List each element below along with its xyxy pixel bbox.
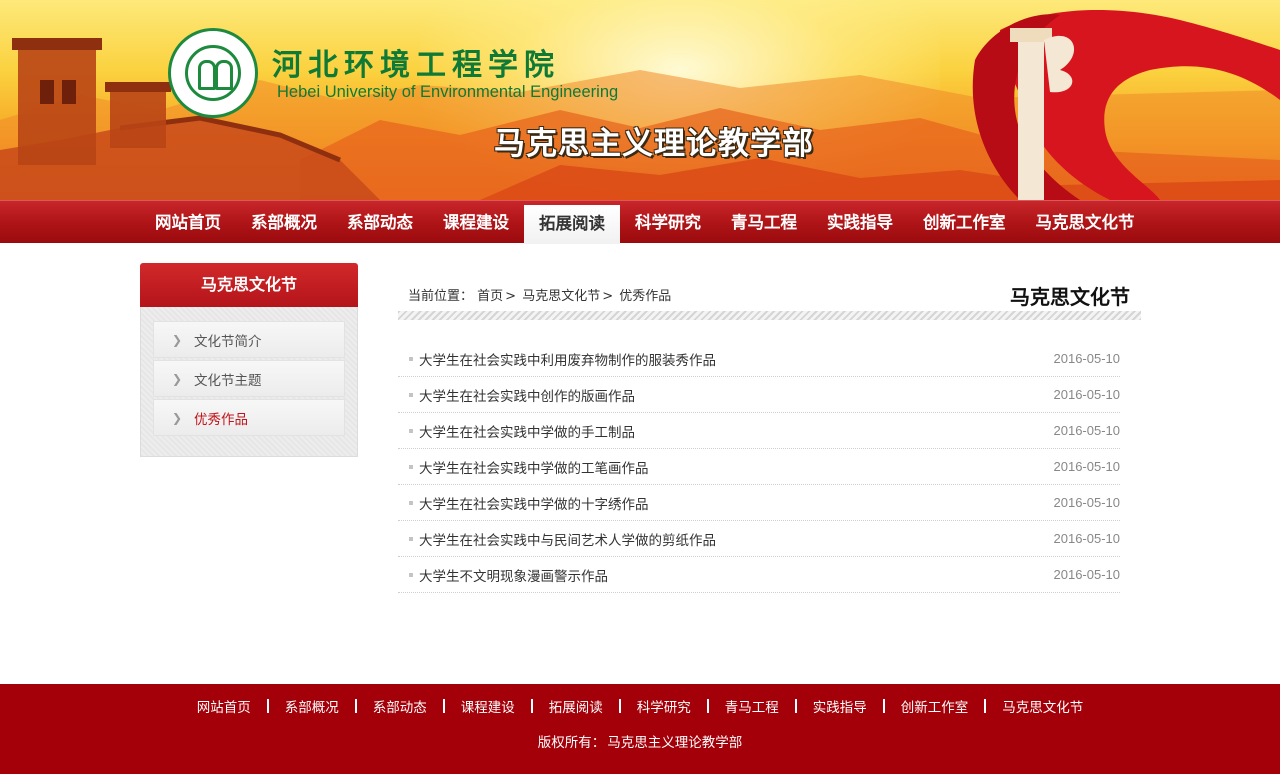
sidebar-title: 马克思文化节 bbox=[140, 263, 358, 307]
school-emblem-icon bbox=[168, 28, 258, 118]
news-title[interactable]: 大学生不文明现象漫画警示作品 bbox=[419, 565, 1054, 585]
nav-item-courses[interactable]: 课程建设 bbox=[428, 201, 524, 244]
news-date: 2016-05-10 bbox=[1053, 531, 1121, 546]
nav-item-home[interactable]: 网站首页 bbox=[140, 201, 236, 244]
footer-link-practice[interactable]: 实践指导 bbox=[797, 696, 883, 716]
news-date: 2016-05-10 bbox=[1053, 387, 1121, 402]
watchtower-right bbox=[110, 88, 166, 148]
sidebar-item-label: 文化节简介 bbox=[194, 333, 262, 350]
news-date: 2016-05-10 bbox=[1053, 567, 1121, 582]
chevron-right-icon: ❯ bbox=[172, 371, 183, 386]
news-title[interactable]: 大学生在社会实践中学做的手工制品 bbox=[419, 421, 1054, 441]
news-title[interactable]: 大学生在社会实践中创作的版画作品 bbox=[419, 385, 1054, 405]
bullet-icon bbox=[409, 356, 413, 361]
list-item[interactable]: 大学生不文明现象漫画警示作品 2016-05-10 bbox=[398, 557, 1120, 593]
news-date: 2016-05-10 bbox=[1053, 495, 1121, 510]
footer-link-home[interactable]: 网站首页 bbox=[181, 696, 267, 716]
copyright-label: 版权所有： bbox=[537, 735, 606, 751]
news-date: 2016-05-10 bbox=[1053, 351, 1121, 366]
breadcrumb-separator: > bbox=[505, 289, 517, 304]
watchtower-left bbox=[18, 45, 96, 165]
school-name-cn: 河北环境工程学院 bbox=[272, 48, 560, 83]
news-title[interactable]: 大学生在社会实践中学做的十字绣作品 bbox=[419, 493, 1054, 513]
list-item[interactable]: 大学生在社会实践中利用废弃物制作的服装秀作品 2016-05-10 bbox=[398, 341, 1120, 377]
copyright: 版权所有： 马克思主义理论教学部 bbox=[0, 731, 1280, 751]
copyright-owner: 马克思主义理论教学部 bbox=[607, 735, 743, 751]
news-date: 2016-05-10 bbox=[1053, 459, 1121, 474]
footer-link-reading[interactable]: 拓展阅读 bbox=[533, 696, 619, 716]
breadcrumb-separator: > bbox=[602, 289, 614, 304]
news-title[interactable]: 大学生在社会实践中与民间艺术人学做的剪纸作品 bbox=[419, 529, 1054, 549]
main-nav: 网站首页 系部概况 系部动态 课程建设 拓展阅读 科学研究 青马工程 实践指导 … bbox=[0, 200, 1280, 244]
footer-link-research[interactable]: 科学研究 bbox=[621, 696, 707, 716]
breadcrumb-home[interactable]: 首页 bbox=[477, 289, 503, 304]
chevron-right-icon: ❯ bbox=[172, 332, 183, 347]
sidebar-item-works[interactable]: ❯ 优秀作品 bbox=[153, 399, 345, 436]
bullet-icon bbox=[409, 428, 413, 433]
list-item[interactable]: 大学生在社会实践中学做的手工制品 2016-05-10 bbox=[398, 413, 1120, 449]
bullet-icon bbox=[409, 536, 413, 541]
footer-link-studio[interactable]: 创新工作室 bbox=[885, 696, 985, 716]
footer-link-overview[interactable]: 系部概况 bbox=[269, 696, 355, 716]
huabiao-column bbox=[1018, 40, 1044, 200]
list-item[interactable]: 大学生在社会实践中学做的十字绣作品 2016-05-10 bbox=[398, 485, 1120, 521]
department-title: 马克思主义理论教学部 bbox=[494, 126, 814, 162]
breadcrumb: 当前位置： 首页 > 马克思文化节 > 优秀作品 bbox=[408, 285, 671, 304]
chevron-right-icon: ❯ bbox=[172, 410, 183, 425]
nav-item-news[interactable]: 系部动态 bbox=[332, 201, 428, 244]
footer-link-courses[interactable]: 课程建设 bbox=[445, 696, 531, 716]
list-item[interactable]: 大学生在社会实践中学做的工笔画作品 2016-05-10 bbox=[398, 449, 1120, 485]
nav-item-qingma[interactable]: 青马工程 bbox=[716, 201, 812, 244]
footer-links: 网站首页 系部概况 系部动态 课程建设 拓展阅读 科学研究 青马工程 实践指导 … bbox=[0, 696, 1280, 716]
nav-item-studio[interactable]: 创新工作室 bbox=[908, 201, 1021, 244]
watchtower-right-top bbox=[105, 82, 171, 92]
divider-stripe bbox=[398, 311, 1141, 320]
watchtower-left-window bbox=[40, 80, 54, 104]
list-item[interactable]: 大学生在社会实践中与民间艺术人学做的剪纸作品 2016-05-10 bbox=[398, 521, 1120, 557]
breadcrumb-festival[interactable]: 马克思文化节 bbox=[522, 289, 600, 304]
bullet-icon bbox=[409, 500, 413, 505]
header-banner: 河北环境工程学院 Hebei University of Environment… bbox=[0, 0, 1280, 200]
nav-item-practice[interactable]: 实践指导 bbox=[812, 201, 908, 244]
footer-link-culture-festival[interactable]: 马克思文化节 bbox=[986, 696, 1099, 716]
emblem-inner-ring bbox=[185, 45, 241, 101]
footer-link-news[interactable]: 系部动态 bbox=[357, 696, 443, 716]
news-title[interactable]: 大学生在社会实践中学做的工笔画作品 bbox=[419, 457, 1054, 477]
nav-item-reading[interactable]: 拓展阅读 bbox=[524, 205, 620, 244]
sidebar-item-label: 优秀作品 bbox=[194, 411, 248, 428]
watchtower-left-top bbox=[12, 38, 102, 50]
sidebar-item-theme[interactable]: ❯ 文化节主题 bbox=[153, 360, 345, 397]
breadcrumb-prefix: 当前位置： bbox=[408, 289, 474, 304]
footer: 网站首页 系部概况 系部动态 课程建设 拓展阅读 科学研究 青马工程 实践指导 … bbox=[0, 684, 1280, 774]
sidebar-menu: ❯ 文化节简介 ❯ 文化节主题 ❯ 优秀作品 bbox=[140, 307, 358, 457]
breadcrumb-works[interactable]: 优秀作品 bbox=[619, 289, 671, 304]
nav-item-overview[interactable]: 系部概况 bbox=[236, 201, 332, 244]
bullet-icon bbox=[409, 392, 413, 397]
bullet-icon bbox=[409, 572, 413, 577]
nav-item-culture-festival[interactable]: 马克思文化节 bbox=[1021, 201, 1150, 244]
bullet-icon bbox=[409, 464, 413, 469]
list-item[interactable]: 大学生在社会实践中创作的版画作品 2016-05-10 bbox=[398, 377, 1120, 413]
content-header: 当前位置： 首页 > 马克思文化节 > 优秀作品 马克思文化节 bbox=[398, 273, 1141, 311]
sidebar-item-intro[interactable]: ❯ 文化节简介 bbox=[153, 321, 345, 358]
nav-item-research[interactable]: 科学研究 bbox=[620, 201, 716, 244]
news-title[interactable]: 大学生在社会实践中利用废弃物制作的服装秀作品 bbox=[419, 349, 1054, 369]
footer-link-qingma[interactable]: 青马工程 bbox=[709, 696, 795, 716]
section-title: 马克思文化节 bbox=[1010, 285, 1130, 309]
watchtower-left-window bbox=[62, 80, 76, 104]
news-date: 2016-05-10 bbox=[1053, 423, 1121, 438]
news-list: 大学生在社会实践中利用废弃物制作的服装秀作品 2016-05-10 大学生在社会… bbox=[398, 341, 1120, 593]
sidebar: 马克思文化节 ❯ 文化节简介 ❯ 文化节主题 ❯ 优秀作品 bbox=[140, 263, 358, 457]
school-name-en: Hebei University of Environmental Engine… bbox=[277, 83, 619, 101]
sidebar-item-label: 文化节主题 bbox=[194, 372, 262, 389]
